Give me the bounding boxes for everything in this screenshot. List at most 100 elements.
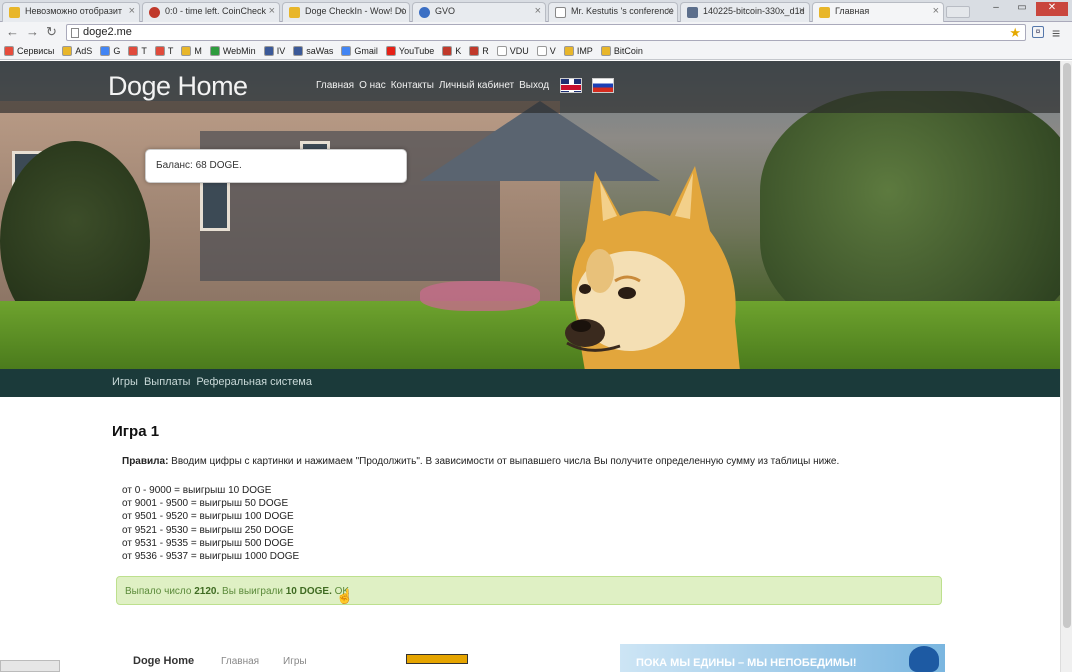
reload-icon[interactable]: ↻ — [46, 25, 57, 39]
tab-favicon-icon — [149, 7, 160, 18]
footer-link-home[interactable]: Главная — [221, 656, 259, 667]
browser-tab[interactable]: Невозможно отобразит × — [2, 2, 140, 22]
browser-tab[interactable]: Doge CheckIn - Wow! Do × — [282, 2, 410, 22]
subnav-item-payouts[interactable]: Выплаты — [144, 376, 190, 388]
scrollbar-thumb[interactable] — [1063, 63, 1071, 628]
bookmark-label: Gmail — [354, 46, 378, 56]
footer-logo[interactable]: Doge Home — [133, 655, 194, 667]
tab-close-icon[interactable]: × — [269, 5, 275, 17]
lawn — [0, 301, 1060, 369]
bookmark-item[interactable]: G — [100, 46, 120, 56]
page-viewport: Doge Home Главная О нас Контакты Личный … — [0, 61, 1060, 672]
bookmark-item[interactable]: Сервисы — [4, 46, 54, 56]
rules-text: Правила: Вводим цифры с картинки и нажим… — [122, 456, 839, 467]
russia-flag-icon[interactable] — [592, 78, 614, 93]
page-scrollbar[interactable] — [1060, 61, 1072, 672]
uk-flag-icon[interactable] — [560, 78, 582, 93]
bookmark-favicon-icon — [209, 46, 220, 56]
browser-tab[interactable]: 140225-bitcoin-330x_d1d × — [680, 2, 810, 22]
bookmark-label: BitCoin — [613, 46, 643, 56]
bookmark-item[interactable]: IV — [263, 46, 286, 56]
bookmark-label: IV — [276, 46, 286, 56]
bookmark-item[interactable]: V — [536, 46, 556, 56]
extension-icon[interactable]: ¤ — [1032, 26, 1044, 38]
bookmark-label: YouTube — [398, 46, 435, 56]
site-logo[interactable]: Doge Home — [108, 71, 248, 102]
forward-icon[interactable]: → — [26, 25, 39, 39]
bookmark-item[interactable]: WebMin — [209, 46, 256, 56]
bookmark-favicon-icon — [469, 46, 480, 56]
ad-banner[interactable]: ПОКА МЫ ЕДИНЫ – МЫ НЕПОБЕДИМЫ! — [620, 644, 945, 672]
subnav-item-games[interactable]: Игры — [112, 376, 138, 388]
bookmark-label: saWas — [306, 46, 334, 56]
browser-toolbar: ← → ↻ doge2.me ★ — [0, 22, 1072, 43]
minimize-icon[interactable]: – — [984, 2, 1008, 16]
bookmark-favicon-icon — [62, 46, 73, 56]
main-nav: Главная О нас Контакты Личный кабинет Вы… — [316, 80, 549, 91]
tab-close-icon[interactable]: × — [535, 5, 541, 17]
bear-emblem-icon — [909, 646, 939, 672]
tab-favicon-icon — [419, 7, 430, 18]
result-number: 2120. — [194, 586, 220, 597]
hero-banner: Doge Home Главная О нас Контакты Личный … — [0, 61, 1060, 369]
bookmark-label: K — [455, 46, 462, 56]
bookmark-favicon-icon — [263, 46, 274, 56]
bookmark-item[interactable]: AdS — [62, 46, 92, 56]
prize-table: от 0 - 9000 = выигрыш 10 DOGE от 9001 - … — [122, 484, 299, 563]
bookmark-item[interactable]: BitCoin — [600, 46, 643, 56]
bookmark-item[interactable]: T — [154, 46, 173, 56]
footer-counter-banner[interactable] — [406, 654, 468, 664]
nav-item-about[interactable]: О нас — [359, 80, 386, 91]
tab-close-icon[interactable]: × — [799, 5, 805, 17]
browser-tab[interactable]: 0:0 - time left. CoinCheck × — [142, 2, 280, 22]
sub-nav: Игры Выплаты Реферальная система — [0, 369, 1060, 397]
tab-favicon-icon — [555, 7, 566, 18]
bookmark-label: G — [113, 46, 121, 56]
bookmark-label: V — [549, 46, 556, 56]
browser-tab[interactable]: Mr. Kestutis 's conference × — [548, 2, 678, 22]
maximize-icon[interactable]: ▭ — [1010, 2, 1034, 16]
address-bar[interactable]: doge2.me ★ — [66, 24, 1026, 41]
bookmark-item[interactable]: saWas — [293, 46, 333, 56]
address-text: doge2.me — [83, 26, 132, 38]
bookmark-item[interactable]: IMP — [563, 46, 593, 56]
prize-row: от 9521 - 9530 = выигрыш 250 DOGE — [122, 524, 294, 536]
bookmark-item[interactable]: T — [128, 46, 147, 56]
bookmark-favicon-icon — [154, 46, 165, 56]
mouse-cursor-icon: ☝ — [336, 588, 354, 604]
prize-row: от 0 - 9000 = выигрыш 10 DOGE — [122, 485, 272, 496]
bookmark-item[interactable]: K — [442, 46, 461, 56]
close-window-icon[interactable]: ✕ — [1036, 2, 1068, 16]
bookmark-item[interactable]: YouTube — [385, 46, 435, 56]
tab-close-icon[interactable]: × — [667, 5, 673, 17]
tab-close-icon[interactable]: × — [933, 5, 939, 17]
footer-link-games[interactable]: Игры — [283, 656, 307, 667]
balance-box: Баланс: 68 DOGE. — [145, 149, 407, 183]
balance-text: Баланс: 68 DOGE. — [156, 160, 242, 171]
bookmark-item[interactable]: R — [469, 46, 489, 56]
browser-tab[interactable]: GVO × — [412, 2, 546, 22]
tab-favicon-icon — [289, 7, 300, 18]
nav-item-logout[interactable]: Выход — [519, 80, 549, 91]
bookmark-label: M — [194, 46, 202, 56]
tab-close-icon[interactable]: × — [129, 5, 135, 17]
site-header: Doge Home Главная О нас Контакты Личный … — [0, 61, 1060, 113]
prize-row: от 9001 - 9500 = выигрыш 50 DOGE — [122, 498, 289, 510]
bookmark-label: IMP — [576, 46, 593, 56]
nav-item-contacts[interactable]: Контакты — [391, 80, 434, 91]
flower-bed — [420, 281, 540, 311]
tab-close-icon[interactable]: × — [399, 5, 405, 17]
bookmark-favicon-icon — [536, 46, 547, 56]
browser-tab-active[interactable]: Главная × — [812, 2, 944, 22]
new-tab-button[interactable] — [946, 6, 970, 18]
bookmark-item[interactable]: VDU — [496, 46, 529, 56]
bookmark-star-icon[interactable]: ★ — [1009, 25, 1021, 40]
back-icon[interactable]: ← — [6, 25, 19, 39]
nav-item-account[interactable]: Личный кабинет — [439, 80, 514, 91]
bookmark-item[interactable]: Gmail — [341, 46, 378, 56]
bookmark-favicon-icon — [496, 46, 507, 56]
menu-icon[interactable]: ≡ — [1052, 25, 1060, 41]
nav-item-home[interactable]: Главная — [316, 80, 354, 91]
subnav-item-referral[interactable]: Реферальная система — [196, 376, 312, 388]
bookmark-item[interactable]: M — [181, 46, 202, 56]
